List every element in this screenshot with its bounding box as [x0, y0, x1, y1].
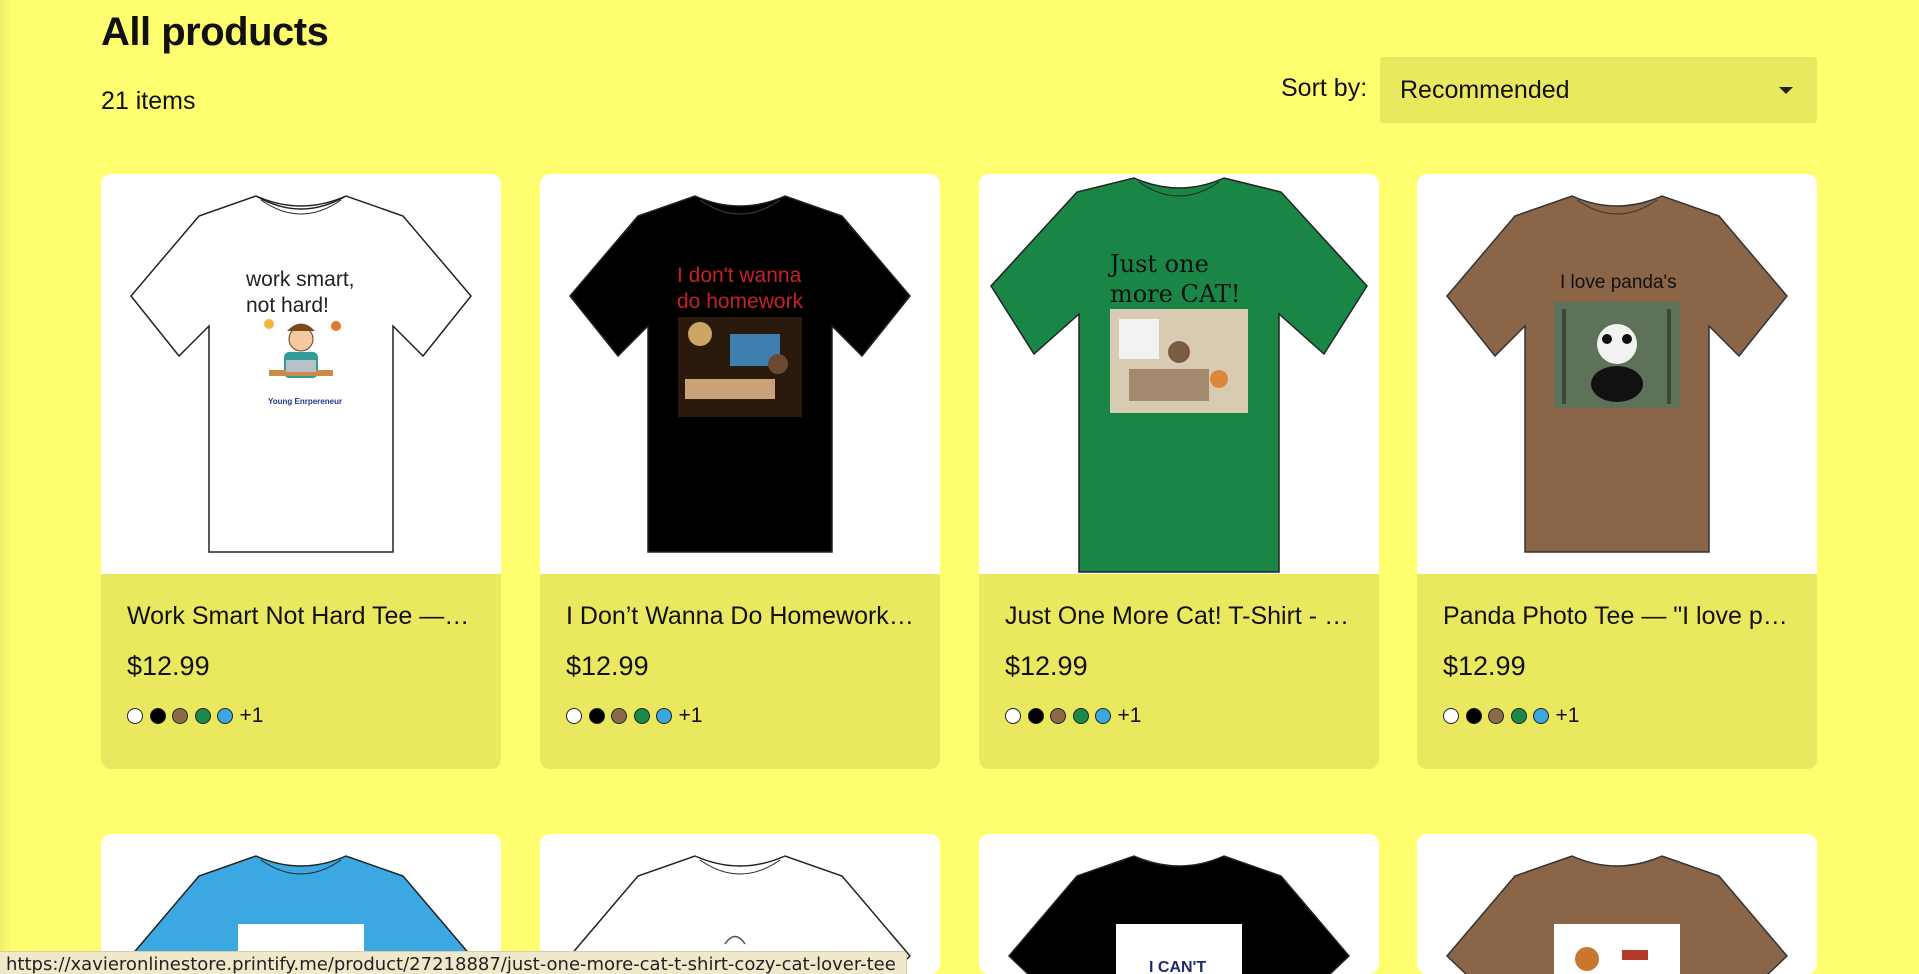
product-card[interactable]	[1417, 834, 1817, 974]
product-title[interactable]: Panda Photo Tee — "I love pa…	[1443, 602, 1791, 631]
swatch-black	[149, 708, 166, 724]
print-text-line-2: not hard!	[246, 294, 329, 317]
page-title: All products	[101, 10, 329, 54]
product-card[interactable]: I love panda's Panda Photo Tee — "I love…	[1417, 174, 1817, 769]
swatch-white	[1443, 708, 1459, 724]
sort-dropdown-value: Recommended	[1400, 75, 1570, 104]
item-count: 21 items	[101, 87, 196, 115]
print-caption: Young Enrpereneur	[268, 397, 342, 406]
product-card[interactable]: work smart, not hard! Young Enrpereneur …	[101, 174, 501, 769]
product-info: Just One More Cat! T-Shirt - … $12.99 +1	[979, 574, 1379, 728]
more-colors-count: +1	[239, 704, 264, 727]
page-edge-shadow	[0, 0, 12, 974]
product-title[interactable]: I Don’t Wanna Do Homework …	[566, 602, 914, 631]
swatch-blue	[1095, 708, 1111, 724]
color-swatches: +1	[1005, 704, 1353, 728]
print-text-line-2: do homework	[677, 290, 804, 313]
product-image[interactable]: Just one more CAT!	[979, 174, 1379, 574]
swatch-white	[127, 708, 143, 724]
print-text-line-1: I CAN'T	[1149, 959, 1206, 974]
product-card[interactable]: I CAN'T	[979, 834, 1379, 974]
product-price: $12.99	[1005, 651, 1088, 681]
product-card[interactable]: I don't wanna do homework I Don’t Wanna …	[540, 174, 940, 769]
color-swatches: +1	[566, 704, 914, 728]
more-colors-count: +1	[1555, 704, 1580, 727]
product-price: $12.99	[566, 651, 649, 681]
tshirt-image: I CAN'T	[1007, 855, 1351, 974]
product-price: $12.99	[127, 651, 210, 681]
sort-label: Sort by:	[1281, 74, 1368, 102]
print-text-line-1: I love panda's	[1560, 272, 1677, 293]
more-colors-count: +1	[1117, 704, 1142, 727]
print-text-line-2: more CAT!	[1110, 280, 1241, 308]
tshirt-image: work smart, not hard! Young Enrpereneur	[130, 195, 472, 553]
product-info: I Don’t Wanna Do Homework … $12.99 +1	[540, 574, 940, 728]
product-image[interactable]: I don't wanna do homework	[540, 174, 940, 574]
product-card[interactable]: Just one more CAT! Just One More Cat! T-…	[979, 174, 1379, 769]
tshirt-image	[1445, 855, 1789, 974]
swatch-blue	[1533, 708, 1549, 724]
product-image[interactable]: work smart, not hard! Young Enrpereneur	[101, 174, 501, 574]
swatch-brown	[1488, 708, 1504, 724]
product-price: $12.99	[1443, 651, 1526, 681]
print-text-line-1: work smart,	[245, 268, 355, 291]
swatch-green	[1072, 708, 1089, 724]
print-text-line-1: Just one	[1107, 250, 1209, 278]
product-title[interactable]: Just One More Cat! T-Shirt - …	[1005, 602, 1353, 631]
color-swatches: +1	[127, 704, 475, 728]
product-info: Panda Photo Tee — "I love pa… $12.99 +1	[1417, 574, 1817, 728]
swatch-green	[1510, 708, 1527, 724]
swatch-black	[588, 708, 605, 724]
swatch-brown	[1050, 708, 1066, 724]
swatch-brown	[172, 708, 188, 724]
swatch-black	[1465, 708, 1482, 724]
swatch-black	[1027, 708, 1044, 724]
product-title[interactable]: Work Smart Not Hard Tee — …	[127, 602, 475, 631]
chevron-down-icon	[1779, 87, 1793, 94]
status-bar-url: https://xavieronlinestore.printify.me/pr…	[0, 951, 907, 974]
swatch-white	[566, 708, 582, 724]
swatch-blue	[656, 708, 672, 724]
print-text-line-1: I don't wanna	[677, 264, 802, 287]
tshirt-image: I don't wanna do homework	[569, 195, 911, 553]
product-info: Work Smart Not Hard Tee — … $12.99 +1	[101, 574, 501, 728]
swatch-brown	[611, 708, 627, 724]
swatch-white	[1005, 708, 1021, 724]
tshirt-image: I love panda's	[1446, 195, 1788, 553]
swatch-green	[194, 708, 211, 724]
swatch-blue	[217, 708, 233, 724]
sort-dropdown[interactable]: Recommended	[1380, 57, 1817, 123]
tshirt-image: Just one more CAT!	[990, 177, 1368, 573]
swatch-green	[633, 708, 650, 724]
product-image[interactable]: I love panda's	[1417, 174, 1817, 574]
more-colors-count: +1	[678, 704, 703, 727]
color-swatches: +1	[1443, 704, 1791, 728]
